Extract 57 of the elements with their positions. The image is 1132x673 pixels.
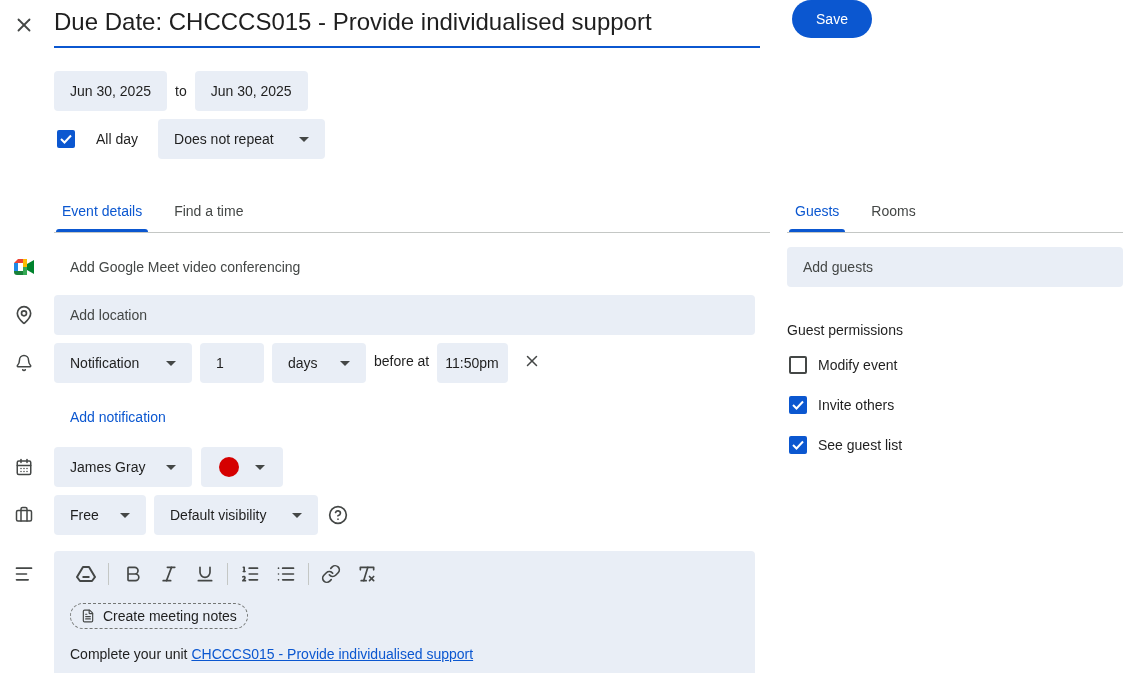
caret-icon [255,464,265,470]
caret-icon [292,512,302,518]
notification-time-field[interactable]: 11:50pm [437,343,509,383]
title-input[interactable]: Due Date: CHCCCS015 - Provide individualised support [54,0,760,48]
drive-icon[interactable] [76,565,96,583]
description-editor[interactable]: Create meeting notes Complete your unit CHCCCS015 - Provide individualised support [54,551,755,673]
briefcase-icon [15,506,33,524]
bell-icon [15,354,33,372]
tab[interactable]: Guests [787,190,848,232]
guest-permissions-heading: Guest permissions [787,321,904,340]
visibility-dropdown[interactable]: Default visibility [154,495,318,535]
notification-amount-field[interactable]: 1 [200,343,264,383]
link-icon[interactable] [321,564,341,584]
help-icon[interactable] [328,505,348,525]
caret-icon [340,360,350,366]
tab[interactable]: Event details [54,190,151,232]
permission-checkbox[interactable] [789,356,807,374]
tab[interactable]: Find a time [166,190,252,232]
notification-unit-dropdown[interactable]: days [272,343,366,383]
start-date-field[interactable]: Jun 30, 2025 [54,71,167,111]
notification-type-dropdown[interactable]: Notification [54,343,192,383]
before-at-label: before at [374,351,430,371]
availability-dropdown[interactable]: Free [54,495,146,535]
italic-icon[interactable] [159,564,179,584]
caret-icon [299,136,310,142]
caret-icon [166,360,176,366]
document-icon [81,609,95,623]
tab[interactable]: Rooms [863,190,924,232]
permission-label: Invite others [818,395,895,415]
calendar-dropdown[interactable]: James Gray [54,447,192,487]
permission-label: See guest list [818,435,903,455]
video-camera-icon [14,259,34,275]
permission-label: Modify event [818,355,898,375]
add-guests-field[interactable]: Add guests [787,247,1123,287]
unit-link[interactable]: CHCCCS015 - Provide individualised support [191,646,474,662]
add-notification-link[interactable]: Add notification [54,397,182,437]
caret-icon [120,512,130,518]
end-date-field[interactable]: Jun 30, 2025 [194,71,308,111]
clear-formatting-icon[interactable] [357,564,377,584]
meet-button[interactable]: Add Google Meet video conferencing [54,247,317,287]
permission-checkbox[interactable] [789,436,807,454]
numbered-list-icon[interactable] [240,564,260,584]
permission-checkbox[interactable] [789,396,807,414]
repeat-dropdown[interactable]: Does not repeat [158,119,326,159]
bulleted-list-icon[interactable] [276,564,296,584]
location-pin-icon [14,305,34,325]
location-field[interactable]: Add location [54,295,755,335]
calendar-icon [15,458,33,476]
description-icon [14,564,34,584]
all-day-label: All day [96,129,139,149]
caret-icon [166,464,176,470]
date-separator: to [175,81,187,101]
underline-icon[interactable] [195,564,215,584]
color-dropdown[interactable] [201,447,283,487]
all-day-checkbox[interactable] [57,130,75,148]
description-text: Complete your unit CHCCCS015 - Provide individualised support [70,645,475,664]
save-button[interactable]: Save [792,0,872,38]
